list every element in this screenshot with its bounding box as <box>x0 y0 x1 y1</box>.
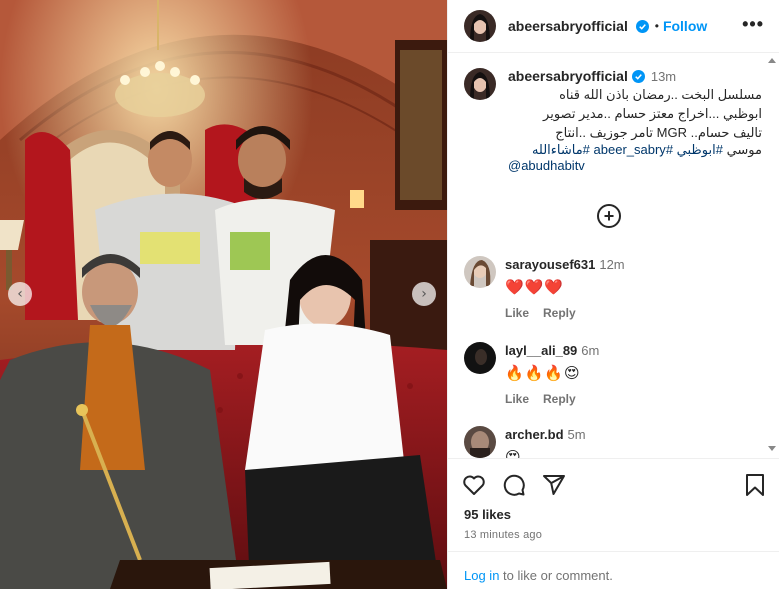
post-timestamp[interactable]: 13 minutes ago <box>464 529 542 541</box>
commenter-username[interactable]: archer.bd <box>505 427 564 442</box>
follow-button[interactable]: Follow <box>663 18 707 34</box>
action-icons <box>462 473 566 497</box>
caption-hashtags: موسي #ابوظبي #abeer_sabry #ماشاءالله <box>508 141 762 158</box>
previous-photo-button[interactable]: ‹ <box>8 282 32 306</box>
author-username-text: abeersabryofficial <box>508 18 628 34</box>
post-sidebar: abeersabryofficial • Follow ••• abeersab… <box>447 0 779 589</box>
scroll-down-arrow[interactable] <box>768 446 776 451</box>
comments-scroll-area[interactable]: abeersabryofficial 13m مسلسل البخت ..رمضا… <box>448 54 779 458</box>
photo-scene <box>0 0 447 589</box>
comment-item: sarayousef631 12m ❤️❤️❤️ Like Reply <box>464 256 764 320</box>
post-actions: 95 likes 13 minutes ago Log in to like o… <box>448 458 779 589</box>
commenter-avatar-image <box>464 342 496 374</box>
hashtag-link[interactable]: #abeer_sabry <box>594 142 674 157</box>
author-avatar-image <box>464 10 496 42</box>
comment-text: ❤️❤️❤️ <box>505 279 565 296</box>
author-avatar[interactable] <box>464 10 496 42</box>
caption-body: abeersabryofficial 13m مسلسل البخت ..رمضا… <box>508 68 762 173</box>
caption-avatar[interactable] <box>464 68 496 100</box>
comment-item: layl__ali_89 6m 🔥🔥🔥😍 Like Reply <box>464 342 764 406</box>
caption: abeersabryofficial 13m مسلسل البخت ..رمضا… <box>464 68 764 173</box>
comment-reply-button[interactable]: Reply <box>543 392 576 406</box>
caption-line-2: ابوظبي ...اخراج معتز حسام ..مدير تصوير <box>543 106 762 121</box>
next-photo-button[interactable]: › <box>412 282 436 306</box>
comment-actions: Like Reply <box>505 306 764 320</box>
comment-text: 😍 <box>505 449 522 458</box>
comment-time[interactable]: 12m <box>599 257 624 272</box>
chevron-right-icon: › <box>421 286 427 302</box>
author-username[interactable]: abeersabryofficial <box>508 18 649 34</box>
mention-link[interactable]: @abudhabitv <box>508 158 762 173</box>
more-options-icon[interactable]: ••• <box>742 14 764 35</box>
like-count[interactable]: 95 likes <box>464 507 511 522</box>
login-prompt: Log in to like or comment. <box>448 551 779 589</box>
chevron-left-icon: ‹ <box>17 286 23 302</box>
commenter-username[interactable]: sarayousef631 <box>505 257 595 272</box>
commenter-avatar[interactable] <box>464 426 496 458</box>
login-link[interactable]: Log in <box>464 568 499 583</box>
caption-avatar-image <box>464 68 496 100</box>
commenter-avatar[interactable] <box>464 256 496 288</box>
add-comment-icon[interactable]: + <box>597 204 621 228</box>
verified-badge-icon <box>635 20 649 33</box>
login-prompt-text: to like or comment. <box>499 568 613 583</box>
post-photo[interactable]: ‹ › <box>0 0 447 589</box>
hashtag-link[interactable]: #ماشاءالله <box>532 142 590 157</box>
caption-username[interactable]: abeersabryofficial <box>508 68 628 84</box>
commenter-avatar[interactable] <box>464 342 496 374</box>
comment-like-button[interactable]: Like <box>505 392 529 406</box>
scroll-up-arrow[interactable] <box>768 58 776 63</box>
hashtag-link[interactable]: #ابوظبي <box>677 142 723 157</box>
caption-header: abeersabryofficial 13m <box>508 68 762 84</box>
comment-time[interactable]: 5m <box>568 427 586 442</box>
post-header: abeersabryofficial • Follow ••• <box>448 0 779 53</box>
comment-text: 🔥🔥🔥😍 <box>505 365 581 382</box>
commenter-avatar-image <box>464 256 496 288</box>
share-icon[interactable] <box>542 473 566 497</box>
comment-icon[interactable] <box>502 473 526 497</box>
caption-tags-prefix: موسي <box>726 142 762 157</box>
heart-icon[interactable] <box>462 473 486 497</box>
save-button[interactable] <box>744 473 766 497</box>
comment-like-button[interactable]: Like <box>505 306 529 320</box>
caption-line-1: مسلسل البخت ..رمضان باذن الله قناه <box>559 87 762 102</box>
caption-time[interactable]: 13m <box>651 69 676 84</box>
comment-body: layl__ali_89 6m 🔥🔥🔥😍 Like Reply <box>505 342 764 406</box>
comment-time[interactable]: 6m <box>581 343 599 358</box>
caption-line-3: تاليف حسام.. MGR تامر جوزيف ..انتاج <box>555 125 762 140</box>
header-separator: • <box>654 19 659 33</box>
verified-badge-icon <box>631 70 645 83</box>
bookmark-icon <box>746 474 764 496</box>
comment-body: sarayousef631 12m ❤️❤️❤️ Like Reply <box>505 256 764 320</box>
comment-item: archer.bd 5m 😍 <box>464 426 764 458</box>
comment-body: archer.bd 5m 😍 <box>505 426 764 458</box>
comment-reply-button[interactable]: Reply <box>543 306 576 320</box>
comment-actions: Like Reply <box>505 392 764 406</box>
commenter-username[interactable]: layl__ali_89 <box>505 343 577 358</box>
commenter-avatar-image <box>464 426 496 458</box>
